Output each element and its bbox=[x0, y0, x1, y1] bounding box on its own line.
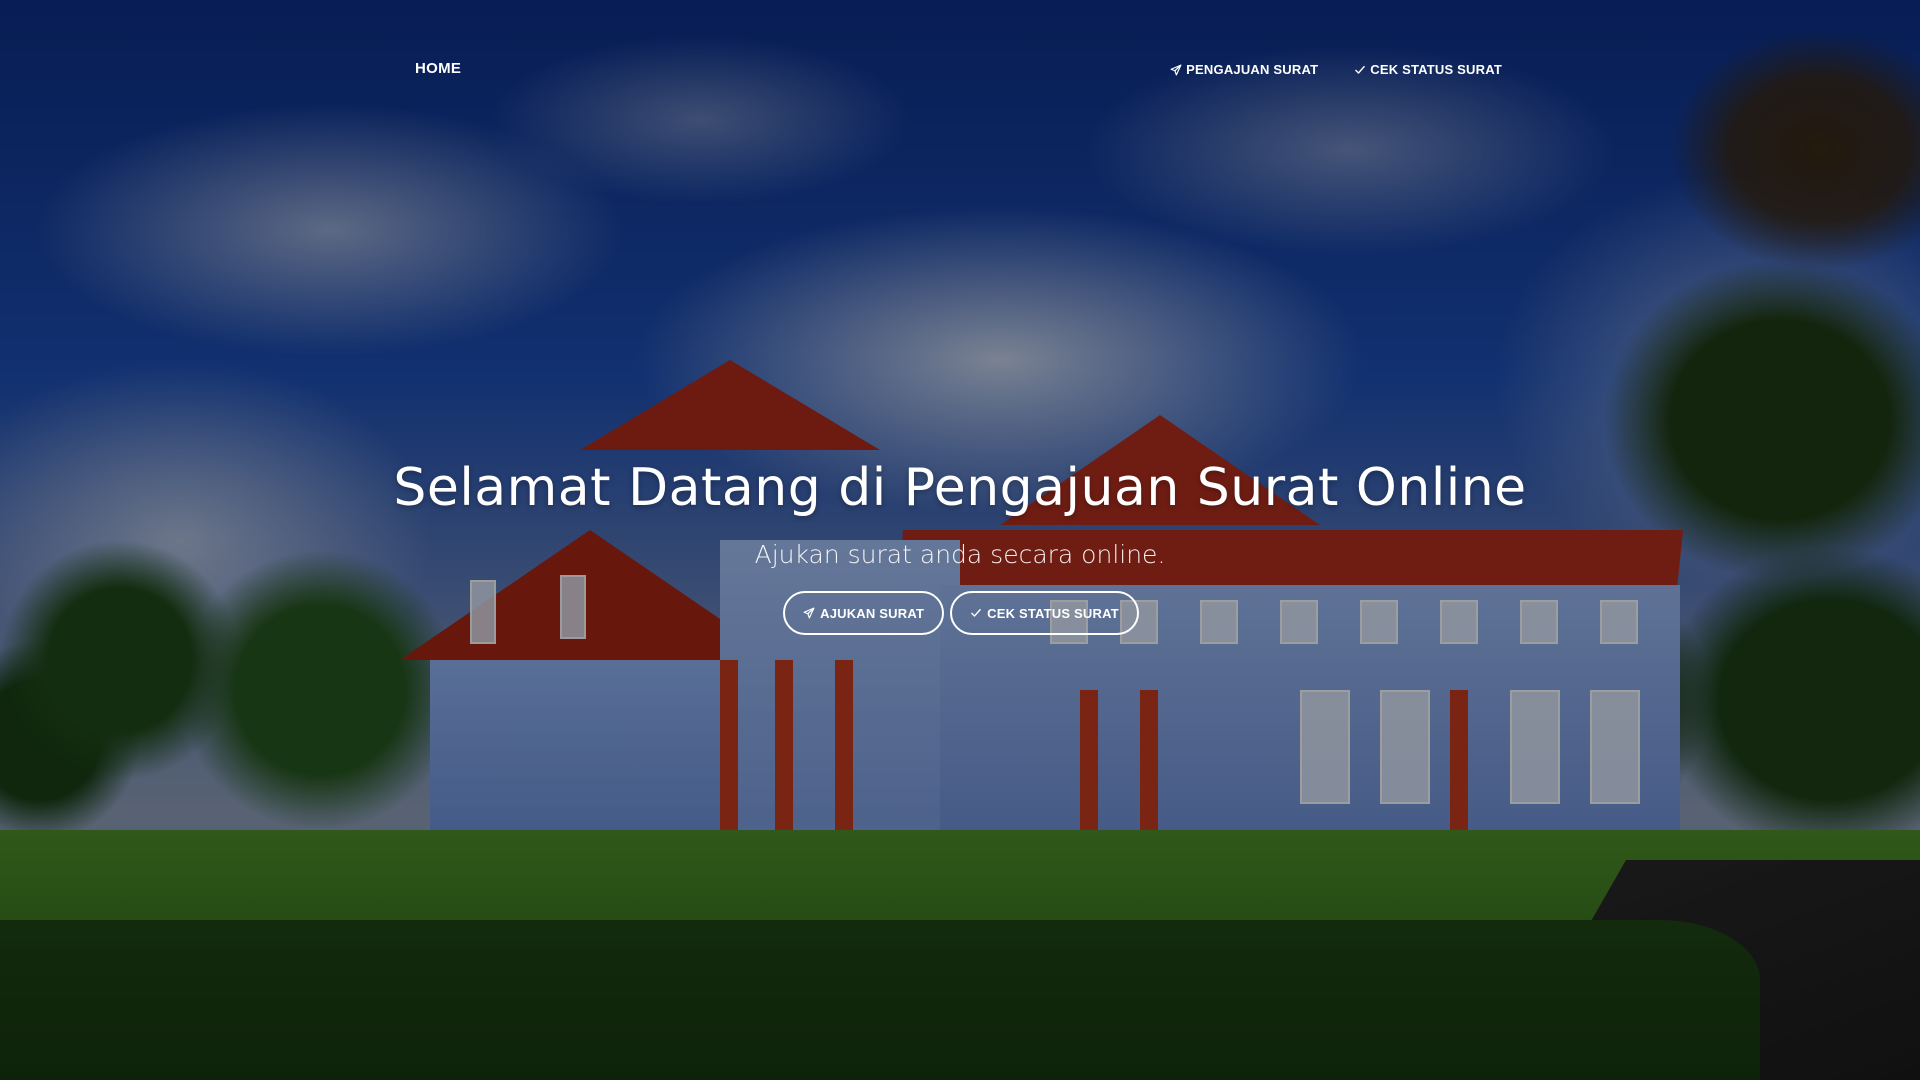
button-label: AJUKAN SURAT bbox=[820, 605, 925, 621]
send-icon bbox=[1170, 64, 1182, 76]
check-icon bbox=[970, 607, 982, 619]
check-icon bbox=[1354, 64, 1366, 76]
nav-link-label: PENGAJUAN SURAT bbox=[1186, 62, 1319, 77]
ajukan-surat-button[interactable]: AJUKAN SURAT bbox=[783, 591, 945, 635]
cek-status-surat-button[interactable]: CEK STATUS SURAT bbox=[950, 591, 1139, 635]
hero-title: Selamat Datang di Pengajuan Surat Online bbox=[393, 458, 1527, 518]
send-icon bbox=[803, 607, 815, 619]
hero-subtitle: Ajukan surat anda secara online. bbox=[754, 540, 1166, 569]
nav-link-pengajuan-surat[interactable]: PENGAJUAN SURAT bbox=[1170, 62, 1318, 77]
nav-link-cek-status-surat[interactable]: CEK STATUS SURAT bbox=[1354, 62, 1502, 77]
nav-link-label: CEK STATUS SURAT bbox=[1370, 62, 1502, 77]
hero-section: HOME PENGAJUAN SURAT CEK STATUS SURAT Se… bbox=[0, 0, 1920, 1080]
top-navbar: HOME PENGAJUAN SURAT CEK STATUS SURAT bbox=[0, 58, 1920, 88]
hero-content: Selamat Datang di Pengajuan Surat Online… bbox=[0, 458, 1920, 635]
nav-home-link[interactable]: HOME bbox=[415, 60, 461, 77]
button-label: CEK STATUS SURAT bbox=[987, 605, 1119, 621]
nav-links: PENGAJUAN SURAT CEK STATUS SURAT bbox=[1170, 62, 1502, 77]
hero-button-group: AJUKAN SURAT CEK STATUS SURAT bbox=[0, 591, 1920, 635]
